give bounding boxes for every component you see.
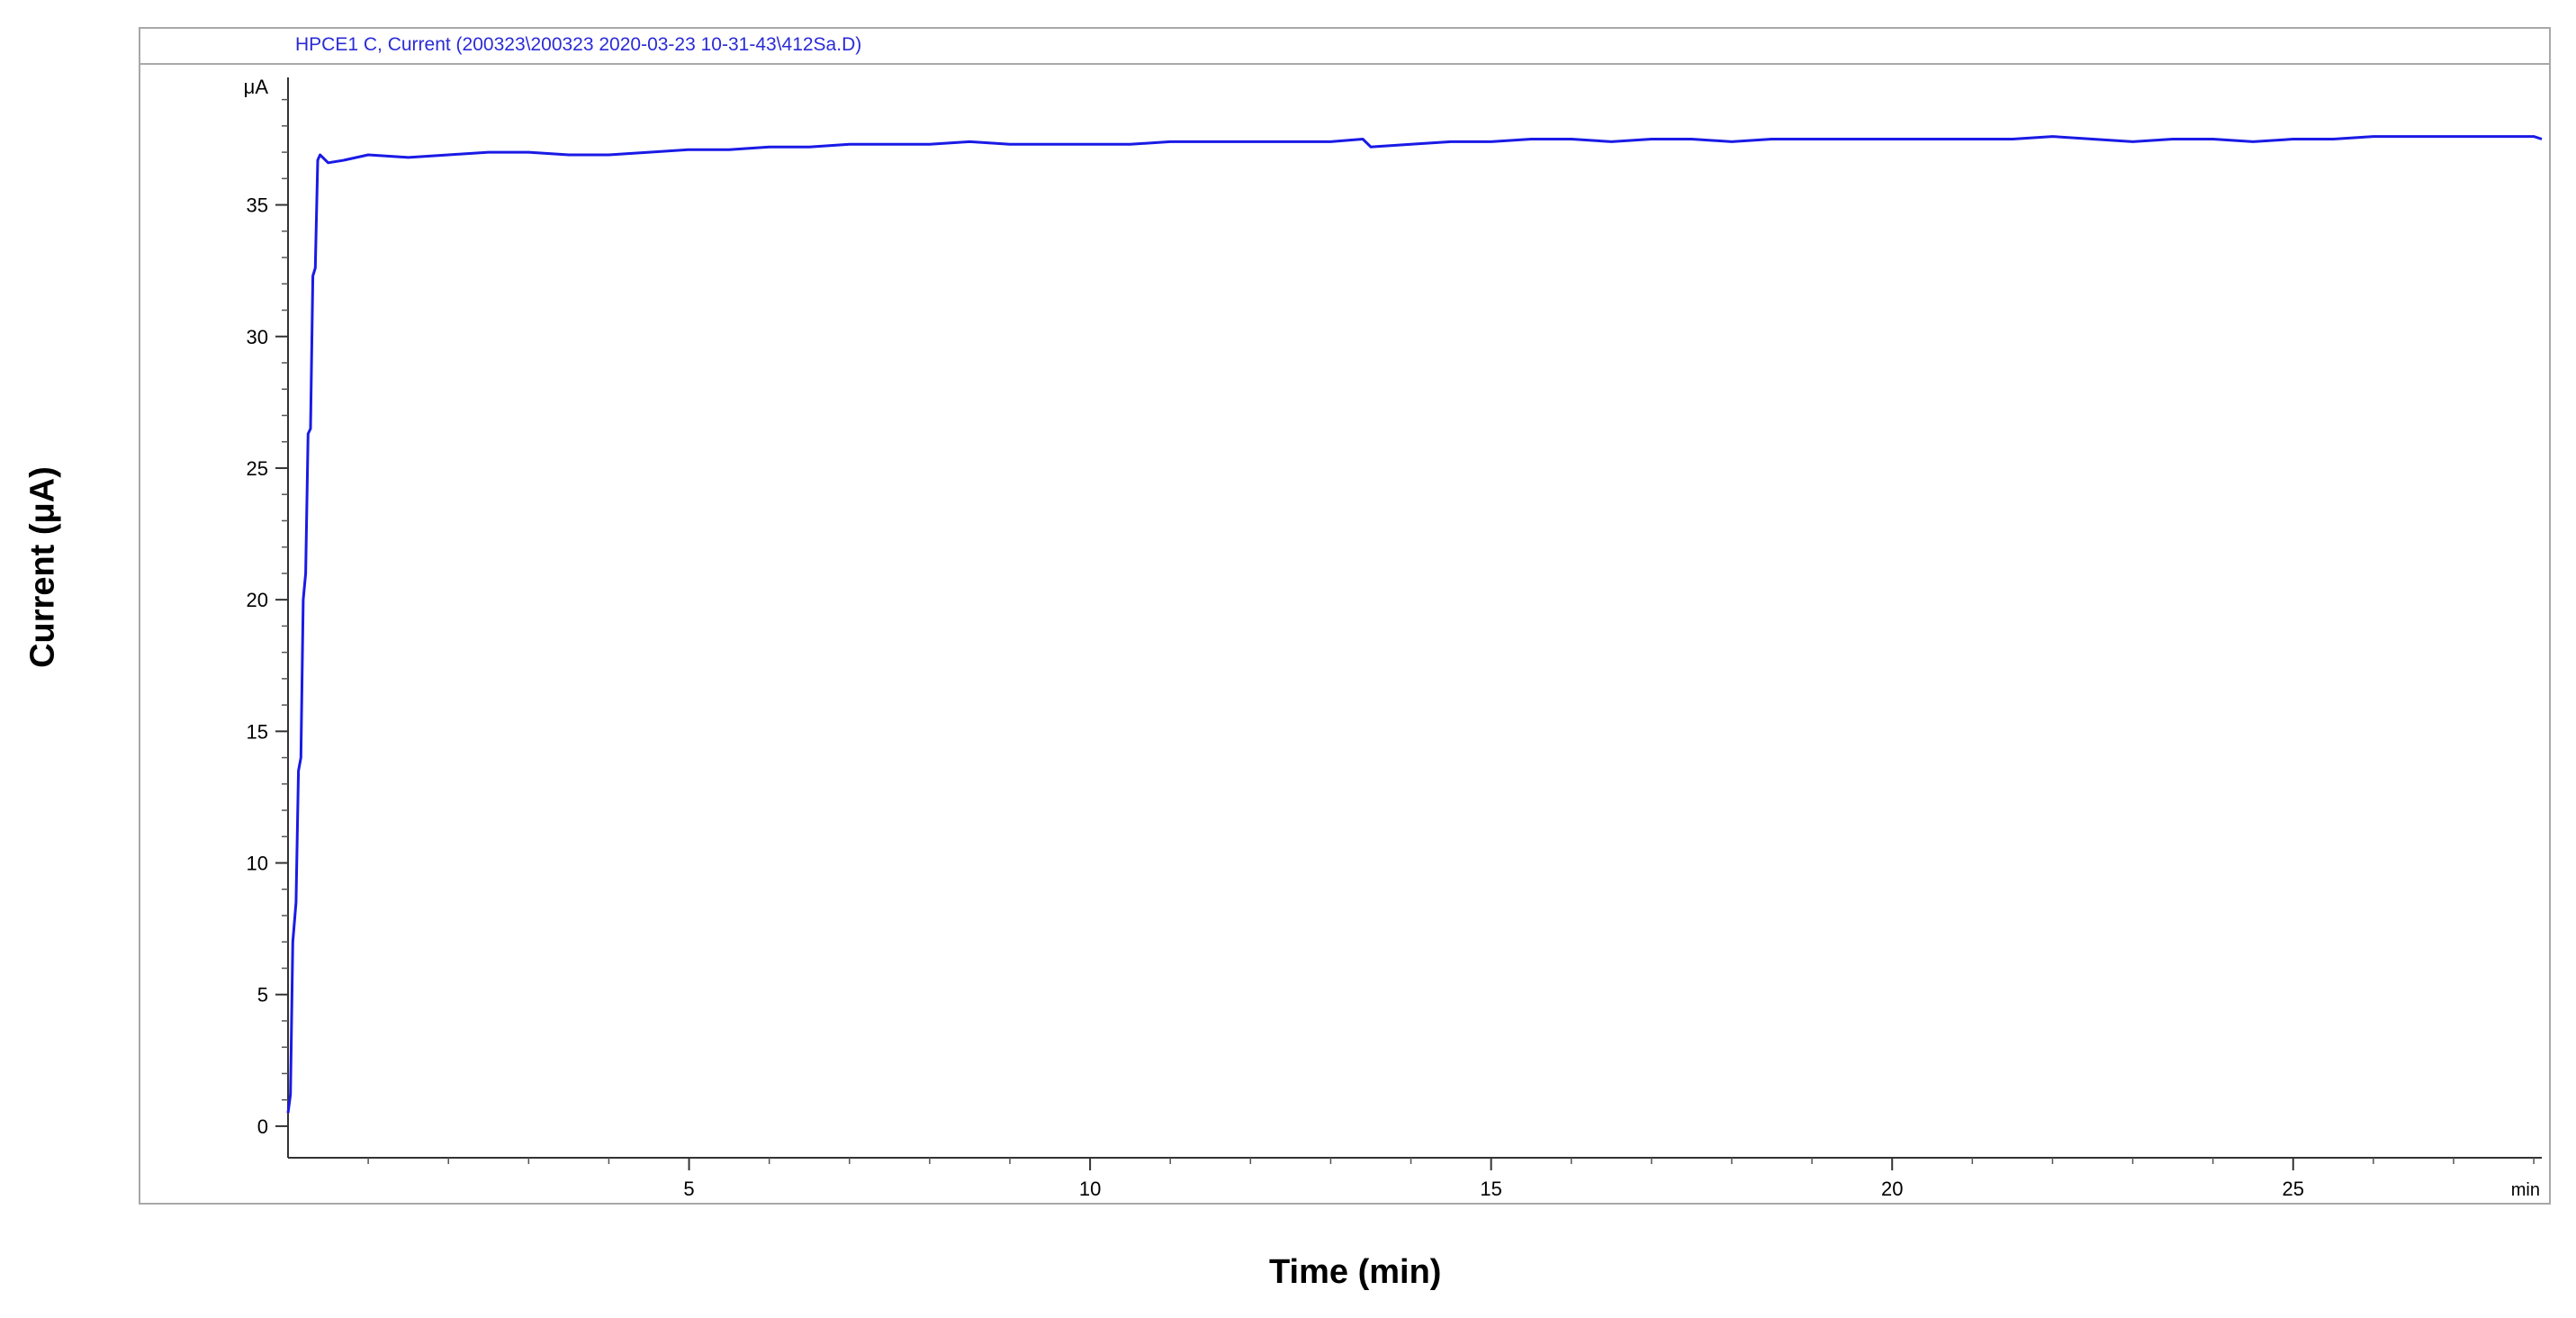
x-tick-label: 25 xyxy=(2283,1178,2304,1200)
y-tick-label: 5 xyxy=(257,984,268,1007)
y-unit-label: μA xyxy=(244,76,269,98)
y-tick-label: 20 xyxy=(247,589,268,611)
y-axis-title: Current (μA) xyxy=(23,466,62,668)
y-tick-label: 30 xyxy=(247,326,268,348)
current-trace-line xyxy=(286,135,2543,1114)
y-tick-label: 25 xyxy=(247,457,268,480)
axes-layer: 0 5 10 15 20 25 30 35 μA 5 10 15 20 25 min xyxy=(244,76,2542,1200)
trace-layer xyxy=(286,135,2543,1114)
chart-plot: 0 5 10 15 20 25 30 35 μA 5 10 15 20 25 min xyxy=(244,76,2543,1200)
y-tick-label: 10 xyxy=(247,853,268,875)
x-unit-label: min xyxy=(2511,1180,2540,1200)
x-tick-label: 5 xyxy=(683,1178,694,1200)
y-tick-label: 0 xyxy=(257,1115,268,1138)
x-tick-label: 20 xyxy=(1881,1178,1903,1200)
x-tick-label: 15 xyxy=(1480,1178,1501,1200)
x-tick-label: 10 xyxy=(1079,1178,1101,1200)
y-tick-label: 35 xyxy=(247,194,268,217)
y-tick-label: 15 xyxy=(247,720,268,743)
x-axis-title: Time (min) xyxy=(1269,1253,1442,1291)
chromatogram-panel: HPCE1 C, Current (200323\200323 2020-03-… xyxy=(139,27,2551,1205)
